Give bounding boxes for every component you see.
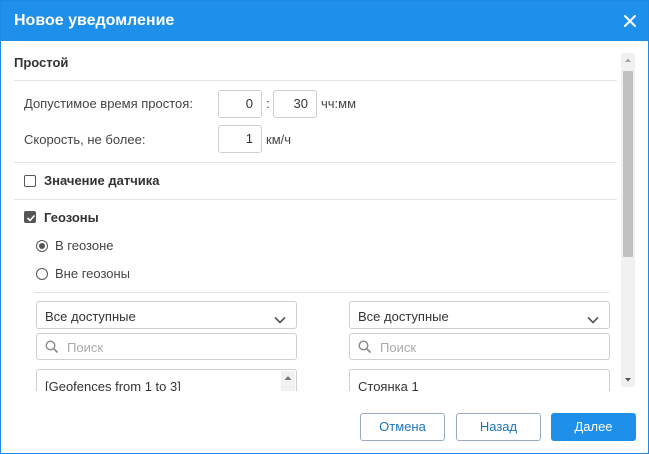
radio-in-geofence-label[interactable]: В геозоне — [55, 238, 114, 253]
chevron-down-icon — [587, 311, 599, 329]
close-icon[interactable] — [620, 11, 640, 31]
speed-label: Скорость, не более: — [24, 132, 146, 147]
idle-time-label: Допустимое время простоя: — [24, 96, 193, 111]
radio-out-geofence[interactable] — [36, 268, 48, 280]
divider — [14, 162, 617, 163]
speed-input[interactable]: 1 — [218, 125, 262, 153]
right-geofence-select[interactable]: Все доступные — [349, 301, 610, 329]
dialog-titlebar: Новое уведомление — [1, 1, 648, 41]
time-unit-label: чч:мм — [321, 96, 357, 111]
search-icon — [358, 340, 372, 359]
cancel-button[interactable]: Отмена — [360, 413, 445, 441]
left-search-placeholder: Поиск — [67, 340, 104, 355]
time-separator: : — [266, 96, 270, 111]
geofences-label[interactable]: Геозоны — [44, 210, 99, 225]
divider — [14, 80, 617, 81]
scroll-thumb[interactable] — [623, 71, 633, 257]
divider — [14, 199, 617, 200]
speed-unit-label: км/ч — [266, 132, 292, 147]
scroll-up-icon — [284, 376, 292, 380]
left-geofence-list[interactable]: [Geofences from 1 to 3] — [36, 369, 297, 391]
radio-in-geofence[interactable] — [36, 240, 48, 252]
scroll-down-icon[interactable] — [621, 373, 635, 387]
left-geofence-select[interactable]: Все доступные — [36, 301, 297, 329]
check-icon — [26, 214, 36, 222]
radio-out-geofence-label[interactable]: Вне геозоны — [55, 266, 130, 281]
new-notification-dialog: Новое уведомление Простой Допустимое вре… — [0, 0, 649, 454]
next-button[interactable]: Далее — [551, 413, 636, 441]
right-search-placeholder: Поиск — [380, 340, 417, 355]
content-scrollbar[interactable] — [621, 53, 635, 387]
sensor-checkbox[interactable] — [24, 175, 36, 187]
dialog-footer: Отмена Назад Далее — [1, 391, 648, 453]
scroll-up-icon[interactable] — [621, 53, 635, 67]
right-geofence-list[interactable]: Стоянка 1 — [349, 369, 610, 391]
dialog-title: Новое уведомление — [14, 12, 175, 29]
right-search-input[interactable]: Поиск — [349, 333, 610, 360]
list-item[interactable]: [Geofences from 1 to 3] — [45, 379, 181, 391]
list-scrollbar[interactable] — [281, 371, 295, 391]
list-item[interactable]: Стоянка 1 — [358, 379, 419, 391]
idle-minutes-input[interactable]: 30 — [273, 90, 317, 118]
idle-hours-input[interactable]: 0 — [218, 90, 262, 118]
dialog-content: Простой Допустимое время простоя: 0 : 30… — [1, 41, 621, 391]
left-search-input[interactable]: Поиск — [36, 333, 297, 360]
left-select-value: Все доступные — [45, 309, 136, 324]
geofences-checkbox[interactable] — [24, 211, 36, 223]
divider — [34, 292, 609, 293]
back-button[interactable]: Назад — [456, 413, 541, 441]
right-select-value: Все доступные — [358, 309, 449, 324]
search-icon — [45, 340, 59, 359]
section-title: Простой — [14, 55, 69, 70]
sensor-label[interactable]: Значение датчика — [44, 173, 160, 188]
chevron-down-icon — [274, 311, 286, 329]
